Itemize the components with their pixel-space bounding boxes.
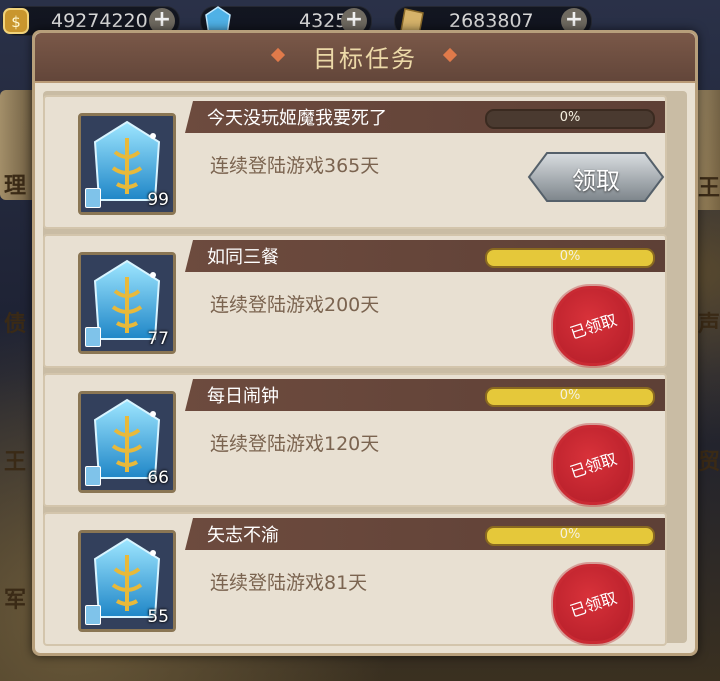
reward-item[interactable]: 77	[78, 252, 176, 354]
task-progress-text: 0%	[559, 249, 581, 264]
claimed-stamp: 已领取	[553, 425, 633, 505]
claimed-stamp: 已领取	[553, 564, 633, 644]
task-progress-text: 0%	[559, 527, 581, 542]
task-list[interactable]: 99 今天没玩姬魔我要死了 0% 连续登陆游戏365天 领取 77 如同三餐 0	[43, 91, 687, 646]
left-menu-label-1: 理	[4, 174, 27, 199]
reward-item[interactable]: 66	[78, 391, 176, 493]
task-description: 连续登陆游戏200天	[210, 294, 380, 316]
task-name: 如同三餐	[207, 247, 279, 268]
target-task-panel: 目标任务 99 今天没玩姬魔我要死了 0% 连续登陆游戏365天 领取 77 如…	[32, 30, 698, 656]
task-name: 今天没玩姬魔我要死了	[207, 108, 387, 129]
panel-title: 目标任务	[313, 45, 417, 73]
reward-item[interactable]: 55	[78, 530, 176, 632]
left-menu-label-3: 王	[4, 450, 27, 475]
task-progress-bar: 0%	[485, 387, 655, 407]
item-type-icon	[85, 605, 101, 625]
task-progress-text: 0%	[559, 110, 581, 125]
item-type-icon	[85, 466, 101, 486]
task-name: 每日闹钟	[207, 386, 279, 407]
claimed-label: 已领取	[567, 587, 620, 621]
claimed-label: 已领取	[567, 448, 620, 482]
gold-value: 49274220	[51, 10, 148, 32]
task-card: 77 如同三餐 0% 连续登陆游戏200天 已领取	[43, 234, 667, 368]
reward-quantity: 77	[147, 329, 169, 349]
right-menu-label-2: 声	[698, 312, 720, 337]
task-progress-text: 0%	[559, 388, 581, 403]
task-progress-bar: 0%	[485, 248, 655, 268]
claim-button[interactable]: 领取	[527, 151, 665, 203]
task-description: 连续登陆游戏120天	[210, 433, 380, 455]
svg-text:$: $	[11, 13, 21, 31]
left-menu-label-2: 债	[4, 312, 27, 337]
task-card: 99 今天没玩姬魔我要死了 0% 连续登陆游戏365天 领取	[43, 95, 667, 229]
gold-coin-icon: $	[1, 5, 31, 37]
reward-item[interactable]: 99	[78, 113, 176, 215]
task-name-bar: 如同三餐 0%	[185, 240, 665, 272]
task-progress-bar: 0%	[485, 109, 655, 129]
task-name-bar: 矢志不渝 0%	[185, 518, 665, 550]
item-type-icon	[85, 188, 101, 208]
right-menu-label-1: 王	[698, 176, 720, 201]
reward-quantity: 55	[147, 607, 169, 627]
task-card: 55 矢志不渝 0% 连续登陆游戏81天 已领取	[43, 512, 667, 646]
reward-quantity: 99	[147, 190, 169, 210]
right-menu-label-3: 贸	[698, 450, 720, 475]
panel-header: 目标任务	[35, 33, 695, 83]
claimed-label: 已领取	[567, 309, 620, 343]
claim-button-label: 领取	[572, 167, 620, 195]
ticket-value: 2683807	[449, 10, 534, 32]
item-type-icon	[85, 327, 101, 347]
task-name-bar: 每日闹钟 0%	[185, 379, 665, 411]
task-name: 矢志不渝	[207, 525, 279, 546]
task-card: 66 每日闹钟 0% 连续登陆游戏120天 已领取	[43, 373, 667, 507]
task-name-bar: 今天没玩姬魔我要死了 0%	[185, 101, 665, 133]
left-menu-label-4: 军	[4, 588, 27, 613]
task-description: 连续登陆游戏365天	[210, 155, 380, 177]
task-progress-bar: 0%	[485, 526, 655, 546]
task-description: 连续登陆游戏81天	[210, 572, 368, 594]
claimed-stamp: 已领取	[553, 286, 633, 366]
reward-quantity: 66	[147, 468, 169, 488]
